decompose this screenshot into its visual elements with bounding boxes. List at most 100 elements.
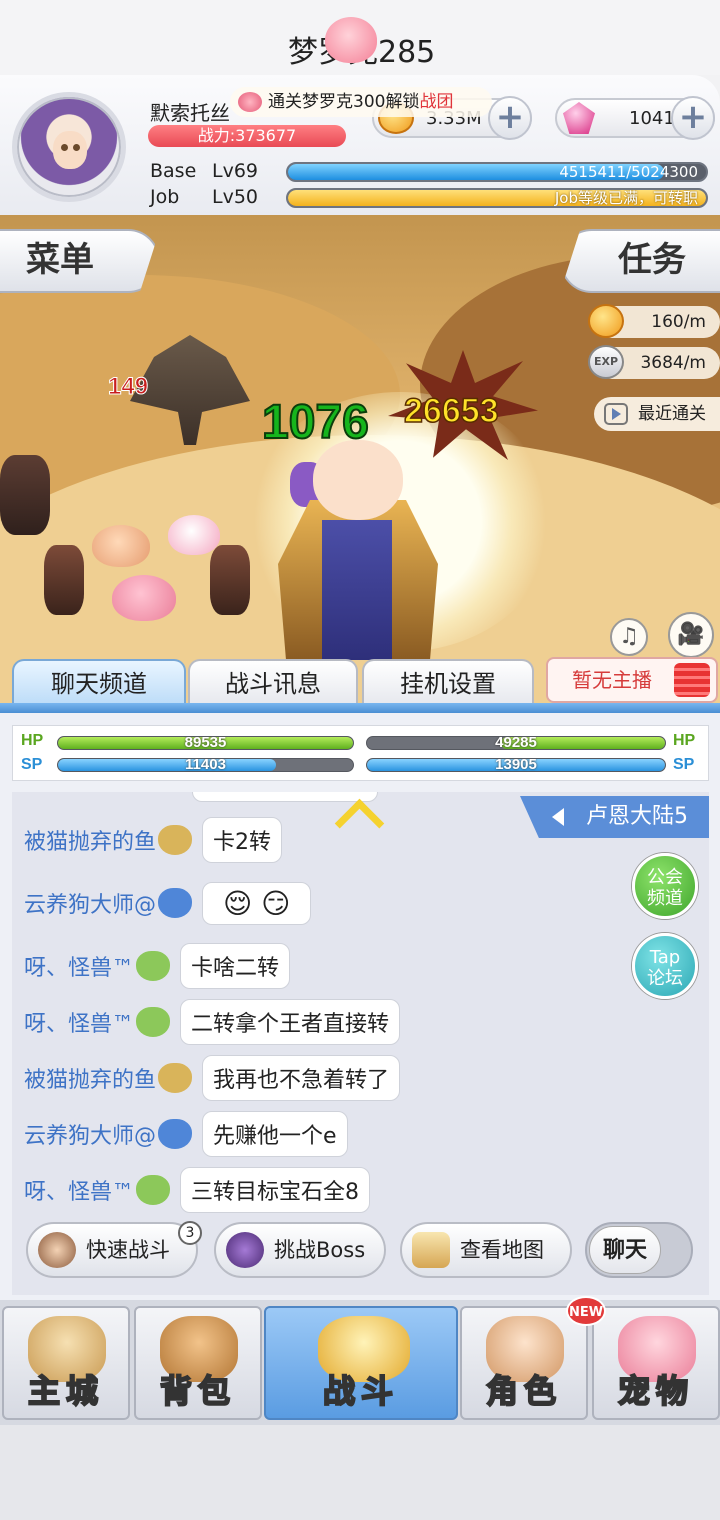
- broadcast-icon: [674, 663, 710, 697]
- boss-icon: [226, 1232, 264, 1268]
- chat-bubble: 卡啥二转: [180, 943, 291, 989]
- tab-underline: [0, 703, 720, 713]
- job-label: Job: [150, 186, 180, 208]
- chat-username[interactable]: 云养狗大师@: [24, 887, 156, 919]
- damage-crit: 26653: [403, 391, 499, 431]
- menu-button[interactable]: 菜单: [0, 229, 160, 293]
- pet-hp-label: HP: [673, 732, 696, 749]
- chat-username[interactable]: 呀、怪兽™: [24, 950, 134, 982]
- bottom-safe-area: [0, 1425, 720, 1520]
- challenge-boss-label: 挑战Boss: [274, 1238, 366, 1262]
- pet-sp-value: 13905: [495, 758, 537, 772]
- recent-clear-button[interactable]: 最近通关: [594, 397, 720, 431]
- player-hp-bar: 89535: [57, 736, 354, 750]
- rank-badge-icon: [158, 825, 193, 855]
- camera-icon[interactable]: 🎥: [668, 612, 714, 658]
- broadcast-label: 暂无主播: [572, 668, 652, 692]
- chat-username[interactable]: 云养狗大师@: [24, 1118, 156, 1150]
- region-name: 卢恩大陆5: [586, 804, 688, 829]
- guild-channel-button[interactable]: 公会 频道: [632, 853, 698, 919]
- gem-icon: [563, 102, 595, 134]
- enemy-monster: [0, 455, 50, 535]
- chat-toggle-label: 聊天: [589, 1226, 661, 1274]
- fast-battle-count-badge: 3: [178, 1221, 202, 1245]
- nav-label: 战斗: [322, 1371, 399, 1411]
- music-icon[interactable]: ♫: [610, 618, 648, 656]
- base-exp-bar: 4515411/5024300: [286, 162, 708, 182]
- nav-main-city[interactable]: 主城: [2, 1306, 130, 1420]
- combat-power: 战力:373677: [148, 125, 346, 147]
- poring-icon: [238, 92, 262, 112]
- task-button[interactable]: 任务: [560, 229, 720, 293]
- poring-monster: [112, 575, 176, 621]
- pet-sp-label: SP: [673, 756, 695, 773]
- player-sp-value: 11403: [185, 758, 226, 772]
- nav-battle[interactable]: 战斗: [264, 1306, 458, 1420]
- nav-character[interactable]: 角色: [460, 1306, 588, 1420]
- chat-message[interactable]: 呀、怪兽™ 三转目标宝石全8: [24, 1167, 371, 1213]
- avatar-eye: [61, 144, 68, 151]
- chat-message[interactable]: 云养狗大师@ 先赚他一个e: [24, 1111, 348, 1157]
- player-avatar[interactable]: [12, 92, 126, 202]
- add-zeny-button[interactable]: +: [488, 96, 532, 140]
- chat-message-list[interactable]: 被猫抛弃的鱼 卡2转 云养狗大师@ 😌 😏 呀、怪兽™ 卡啥二转 呀、怪兽™ 二…: [12, 792, 709, 1295]
- zeny-rate: 160/m: [588, 304, 720, 338]
- add-gem-button[interactable]: +: [671, 96, 715, 140]
- chat-message[interactable]: 被猫抛弃的鱼 卡2转: [24, 817, 283, 863]
- hp-sp-panel: HP SP 89535 11403 49285 13905 HP SP: [12, 725, 709, 781]
- rank-badge-icon: [136, 1007, 171, 1037]
- fast-battle-label: 快速战斗: [86, 1238, 170, 1262]
- damage-player: 1076: [261, 395, 370, 450]
- view-map-label: 查看地图: [460, 1238, 544, 1262]
- tab-idle-settings[interactable]: 挂机设置: [362, 659, 534, 705]
- chat-bubble: 😌 😏: [202, 881, 312, 925]
- exp-rate: EXP 3684/m: [588, 345, 720, 379]
- tap-forum-button[interactable]: Tap 论坛: [632, 933, 698, 999]
- chat-username[interactable]: 呀、怪兽™: [24, 1006, 134, 1038]
- damage-enemy: 149: [107, 373, 149, 401]
- recent-clear-label: 最近通关: [638, 404, 706, 424]
- enemy-monster: [210, 545, 250, 615]
- base-label: Base: [150, 160, 197, 182]
- angel-poring: [168, 515, 220, 555]
- pet-hp-value: 49285: [495, 736, 537, 750]
- zeny-rate-value: 160/m: [651, 312, 706, 332]
- hero-head: [313, 440, 403, 520]
- play-icon: [604, 403, 628, 425]
- tab-chat-channel[interactable]: 聊天频道: [12, 659, 186, 705]
- nav-backpack[interactable]: 背包: [134, 1306, 262, 1420]
- chat-username[interactable]: 被猫抛弃的鱼: [24, 824, 156, 856]
- broadcast-button[interactable]: 暂无主播: [546, 657, 718, 703]
- chat-toggle[interactable]: 聊天: [585, 1222, 693, 1278]
- chat-message[interactable]: 呀、怪兽™ 二转拿个王者直接转: [24, 999, 401, 1045]
- arrow-left-icon: [552, 808, 564, 826]
- nav-pet[interactable]: 宠物: [592, 1306, 720, 1420]
- chat-message[interactable]: 呀、怪兽™ 卡啥二转: [24, 943, 291, 989]
- scroll-up-arrow-icon[interactable]: [338, 800, 382, 826]
- chat-message[interactable]: 被猫抛弃的鱼 我再也不急着转了: [24, 1055, 401, 1101]
- new-badge: NEW: [566, 1296, 606, 1326]
- pet-poring-icon: [325, 17, 377, 63]
- player-hp-label: HP: [21, 732, 44, 749]
- region-selector[interactable]: 卢恩大陆5: [520, 796, 709, 838]
- zeny-coin-icon: [588, 304, 624, 338]
- nav-label: 主城: [27, 1371, 104, 1411]
- view-map-button[interactable]: 查看地图: [400, 1222, 572, 1278]
- unlock-text: 通关梦罗克300解锁: [268, 92, 420, 112]
- challenge-boss-button[interactable]: 挑战Boss: [214, 1222, 386, 1278]
- pet-hp-bar: 49285: [366, 736, 666, 750]
- player-hp-value: 89535: [184, 736, 227, 750]
- unlock-hint: 通关梦罗克300解锁战团: [230, 87, 492, 117]
- chat-username[interactable]: 被猫抛弃的鱼: [24, 1062, 156, 1094]
- tab-battle-log[interactable]: 战斗讯息: [188, 659, 358, 705]
- chat-username[interactable]: 呀、怪兽™: [24, 1174, 134, 1206]
- job-status-text: Job等级已满，可转职: [554, 189, 698, 207]
- fast-battle-button[interactable]: 快速战斗: [26, 1222, 198, 1278]
- avatar-face: [53, 131, 87, 169]
- base-exp-text: 4515411/5024300: [559, 163, 698, 181]
- chat-bubble: 三转目标宝石全8: [180, 1167, 371, 1213]
- hero-robe: [322, 520, 392, 660]
- map-scroll-icon: [412, 1232, 450, 1268]
- player-name: 默索托丝: [150, 101, 230, 125]
- chat-message[interactable]: 云养狗大师@ 😌 😏: [24, 878, 312, 928]
